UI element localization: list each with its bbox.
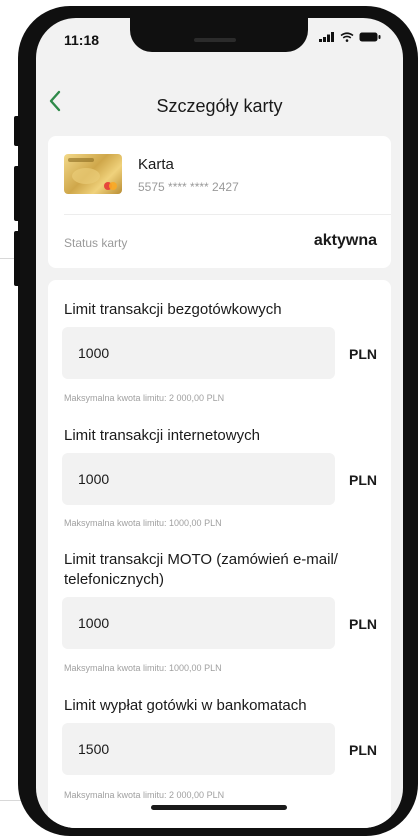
- limit-label: Limit transakcji bezgotówkowych: [64, 301, 282, 318]
- limit-input[interactable]: 1000: [62, 453, 335, 505]
- side-button: [14, 116, 20, 146]
- limit-label: Limit wypłat gotówki w bankomatach: [64, 697, 307, 714]
- limit-max-amount: Maksymalna kwota limitu: 2 000,00 PLN: [64, 790, 225, 800]
- home-indicator[interactable]: [151, 805, 287, 810]
- limit-input[interactable]: 1000: [62, 597, 335, 649]
- card-name: Karta: [138, 156, 174, 173]
- limits-form: Limit transakcji bezgotówkowych 1000 PLN…: [48, 280, 391, 828]
- card-status-label: Status karty: [64, 236, 128, 250]
- card-summary: Karta 5575 **** **** 2427 Status karty a…: [48, 136, 391, 268]
- signal-icon: [319, 32, 334, 42]
- limit-label: Limit transakcji internetowych: [64, 427, 260, 444]
- notch: [130, 18, 308, 52]
- side-button: [14, 166, 20, 221]
- limit-max-amount: Maksymalna kwota limitu: 1000,00 PLN: [64, 518, 222, 528]
- limit-label: Limit transakcji MOTO (zamówień e-mail/ …: [64, 551, 338, 588]
- card-image: [64, 154, 122, 194]
- status-time: 11:18: [64, 32, 100, 48]
- limit-input[interactable]: 1000: [62, 327, 335, 379]
- limit-input[interactable]: 1500: [62, 723, 335, 775]
- wifi-icon: [340, 32, 354, 42]
- limit-currency: PLN: [349, 616, 377, 632]
- limit-currency: PLN: [349, 346, 377, 362]
- status-icons: [319, 32, 381, 42]
- speaker-grille: [194, 38, 236, 42]
- battery-icon: [359, 32, 381, 42]
- limit-currency: PLN: [349, 472, 377, 488]
- divider: [64, 214, 391, 215]
- limit-currency: PLN: [349, 742, 377, 758]
- side-button: [14, 231, 20, 286]
- limit-max-amount: Maksymalna kwota limitu: 1000,00 PLN: [64, 663, 222, 673]
- limit-max-amount: Maksymalna kwota limitu: 2 000,00 PLN: [64, 393, 225, 403]
- card-status-value: aktywna: [313, 232, 377, 249]
- card-number: 5575 **** **** 2427: [138, 180, 239, 194]
- phone-screen: 11:18 Szczegóły karty Karta 5575 **** **…: [36, 18, 403, 828]
- header: Szczegóły karty: [36, 68, 403, 138]
- page-title: Szczegóły karty: [156, 96, 283, 116]
